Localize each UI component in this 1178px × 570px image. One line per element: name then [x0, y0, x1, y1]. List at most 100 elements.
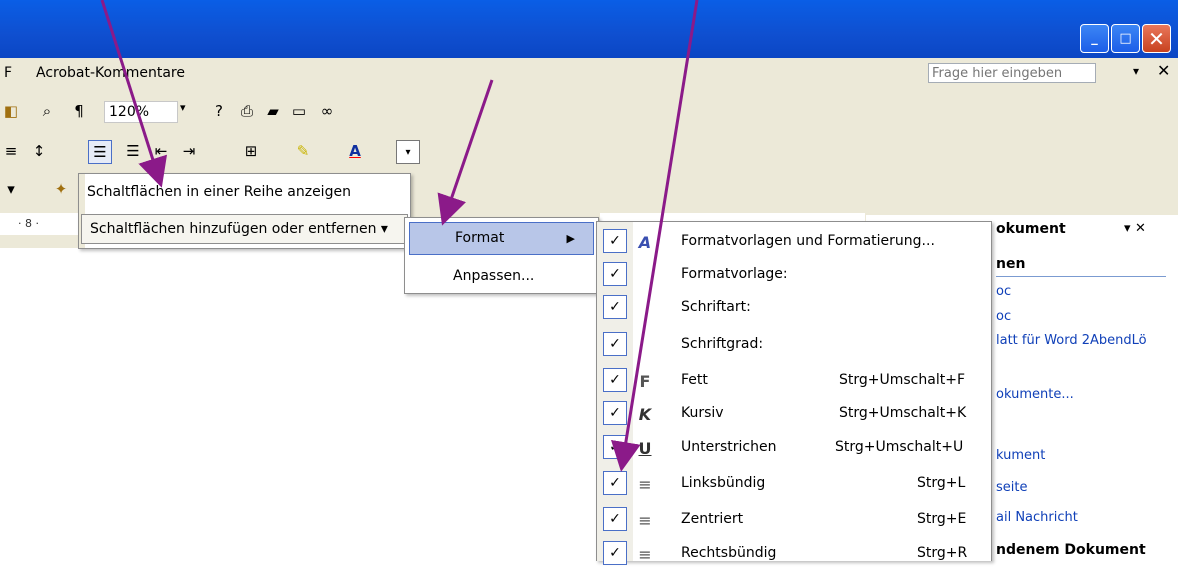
menu-item-label: Rechtsbündig: [681, 545, 777, 561]
show-buttons-one-row-item[interactable]: Schaltflächen in einer Reihe anzeigen: [79, 176, 410, 208]
check-icon: ✓: [603, 229, 627, 253]
line-spacing-icon[interactable]: ↕: [28, 140, 50, 162]
close-button[interactable]: ✕: [1142, 24, 1171, 53]
customize-item[interactable]: Anpassen...: [405, 260, 598, 292]
format-item-center[interactable]: ✓ ≡ Zentriert Strg+E: [597, 504, 993, 536]
help-search-input[interactable]: [928, 63, 1096, 83]
task-pane-link[interactable]: okumente...: [996, 387, 1074, 402]
menu-item-f[interactable]: F: [4, 65, 12, 81]
check-icon: ✓: [603, 295, 627, 319]
format-item-italic[interactable]: ✓ K Kursiv Strg+Umschalt+K: [597, 398, 993, 430]
task-pane-close-icon[interactable]: ▾ ✕: [1124, 221, 1146, 236]
fax-icon[interactable]: ▭: [288, 100, 310, 122]
numbered-list-icon[interactable]: ☰: [88, 140, 112, 164]
menu-item-label: Linksbündig: [681, 475, 766, 491]
format-item-font[interactable]: ✓ Schriftart:: [597, 292, 993, 324]
format-item-styles[interactable]: ✓ A Formatvorlagen und Formatierung...: [597, 226, 993, 258]
increase-indent-icon[interactable]: ⇥: [178, 140, 200, 162]
help-dropdown-icon[interactable]: ▾: [1133, 64, 1139, 78]
menu-item-label: Formatvorlage:: [681, 266, 788, 282]
format-submenu-item[interactable]: Format ▶: [409, 222, 594, 255]
pilcrow-icon[interactable]: ¶: [68, 100, 90, 122]
menu-item-shortcut: Strg+L: [917, 475, 966, 491]
title-bar: [0, 0, 1178, 58]
printer-icon[interactable]: ⎙: [236, 100, 258, 122]
open-folder-icon[interactable]: ▰: [262, 100, 284, 122]
format-item-align-left[interactable]: ✓ ≡ Linksbündig Strg+L: [597, 468, 993, 500]
task-pane-title: okument: [996, 221, 1066, 237]
format-item-style[interactable]: ✓ Formatvorlage:: [597, 259, 993, 291]
document-area[interactable]: [0, 248, 600, 561]
toolbar-chevron-icon[interactable]: ▾: [0, 178, 22, 200]
align-center-icon: ≡: [638, 510, 652, 530]
menu-item-label: Kursiv: [681, 405, 724, 421]
zoom-dropdown-icon[interactable]: ▾: [180, 101, 186, 114]
format-item-align-right[interactable]: ✓ ≡ Rechtsbündig Strg+R: [597, 538, 993, 570]
ruler: · 8 ·: [0, 213, 80, 235]
styles-icon[interactable]: ✦: [50, 178, 72, 200]
task-pane-section-open: nen: [996, 256, 1026, 272]
format-buttons-menu: ✓ A Formatvorlagen und Formatierung... ✓…: [596, 221, 993, 565]
maximize-button[interactable]: □: [1111, 24, 1140, 53]
menu-item-shortcut: Strg+E: [917, 511, 967, 527]
task-pane-link[interactable]: oc: [996, 309, 1011, 324]
align-justify-icon[interactable]: ≡: [0, 140, 22, 162]
submenu-arrow-icon: ▶: [566, 232, 575, 245]
menu-item-shortcut: Strg+Umschalt+F: [839, 372, 965, 388]
menu-item-label: Unterstrichen: [681, 439, 777, 455]
check-icon: ✓: [603, 401, 627, 425]
styles-formatting-icon: A: [638, 232, 652, 252]
menu-item-shortcut: Strg+Umschalt+U: [835, 439, 964, 455]
bold-icon: F: [639, 371, 651, 391]
check-icon: ✓: [603, 435, 627, 459]
align-right-icon: ≡: [638, 544, 652, 564]
help-close-icon[interactable]: ✕: [1157, 61, 1170, 80]
menu-item-label: Zentriert: [681, 511, 744, 527]
menu-item-shortcut: Strg+Umschalt+K: [839, 405, 967, 421]
highlight-icon[interactable]: ✎: [292, 140, 314, 162]
menu-item-label: Fett: [681, 372, 708, 388]
underline-icon: U: [638, 438, 652, 458]
task-pane-link[interactable]: oc: [996, 284, 1011, 299]
zoom-select[interactable]: 120%: [104, 101, 178, 123]
maximize-icon: □: [1119, 31, 1132, 46]
menu-item-shortcut: Strg+R: [917, 545, 968, 561]
format-toolbar: ≡ ↕ ☰ ☰ ⇤ ⇥ ⊞ ✎ A ▾: [0, 130, 1178, 170]
add-remove-submenu: Format ▶ Anpassen...: [404, 217, 599, 294]
check-icon: ✓: [603, 262, 627, 286]
menu-item-acrobat-comments[interactable]: Acrobat-Kommentare: [36, 65, 185, 81]
task-pane-link[interactable]: seite: [996, 480, 1027, 495]
bullet-list-icon[interactable]: ☰: [122, 140, 144, 162]
help-icon[interactable]: ?: [208, 100, 230, 122]
minimize-button[interactable]: _: [1080, 24, 1109, 53]
research-icon[interactable]: ◧: [0, 100, 22, 122]
add-remove-buttons-item[interactable]: Schaltflächen hinzufügen oder entfernen …: [81, 214, 408, 244]
check-icon: ✓: [603, 541, 627, 565]
toolbar-options-icon[interactable]: ▾: [396, 140, 420, 164]
check-icon: ✓: [603, 507, 627, 531]
menu-item-label: Schriftgrad:: [681, 336, 764, 352]
print-preview-icon[interactable]: ⌕: [36, 100, 58, 122]
menu-item-label: Schriftart:: [681, 299, 751, 315]
close-icon: ✕: [1148, 26, 1165, 51]
binoculars-icon[interactable]: ∞: [316, 100, 338, 122]
format-label: Format: [455, 230, 505, 246]
format-item-underline[interactable]: ✓ U Unterstrichen Strg+Umschalt+U: [597, 432, 993, 464]
task-pane-divider: [996, 276, 1166, 277]
ruler-marks: · 8 ·: [18, 217, 39, 230]
align-left-icon: ≡: [638, 474, 652, 494]
task-pane-link[interactable]: kument: [996, 448, 1045, 463]
format-item-font-size[interactable]: ✓ Schriftgrad:: [597, 329, 993, 361]
font-color-icon[interactable]: A: [344, 140, 366, 162]
task-pane-section-existing: ndenem Dokument: [996, 542, 1146, 558]
task-pane-link[interactable]: latt für Word 2AbendLö: [996, 333, 1147, 348]
toolbar-options-menu: Schaltflächen in einer Reihe anzeigen Sc…: [78, 173, 411, 249]
task-pane-link[interactable]: ail Nachricht: [996, 510, 1078, 525]
minimize-icon: _: [1091, 31, 1098, 46]
decrease-indent-icon[interactable]: ⇤: [150, 140, 172, 162]
italic-icon: K: [638, 404, 652, 424]
format-item-bold[interactable]: ✓ F Fett Strg+Umschalt+F: [597, 365, 993, 397]
check-icon: ✓: [603, 332, 627, 356]
borders-icon[interactable]: ⊞: [240, 140, 262, 162]
check-icon: ✓: [603, 471, 627, 495]
